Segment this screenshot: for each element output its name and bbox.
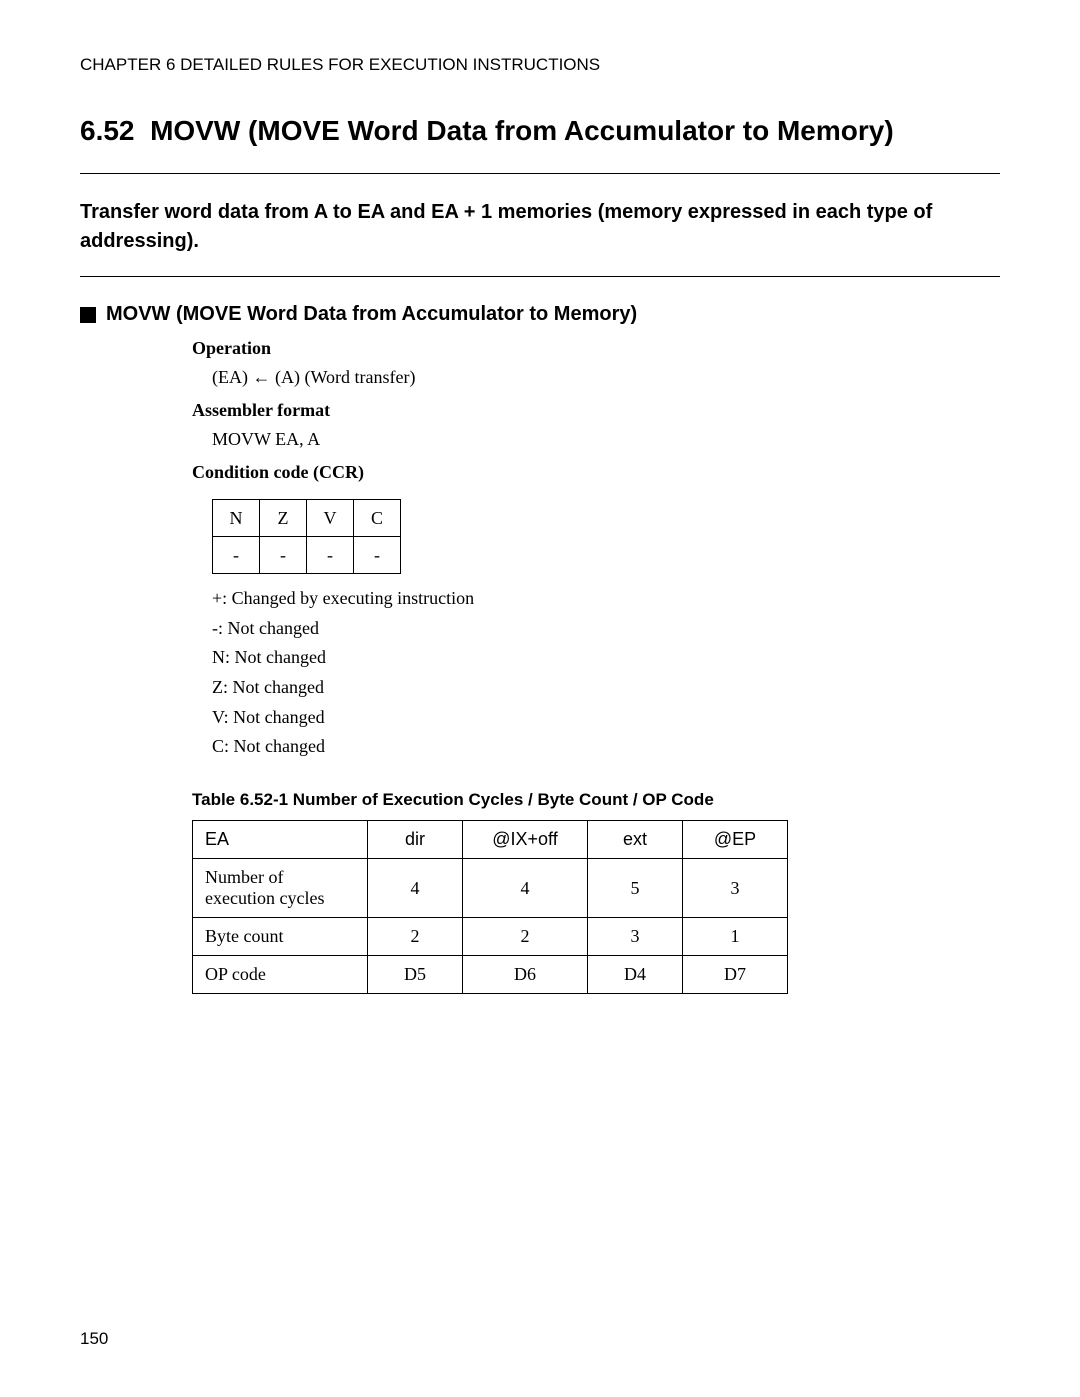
label-operation: Operation xyxy=(192,338,1000,359)
ccr-legend: +: Changed by executing instruction -: N… xyxy=(212,584,1000,762)
exec-row-label: OP code xyxy=(193,956,368,994)
exec-row-cycles: Number of execution cycles 4 4 5 3 xyxy=(193,859,788,918)
section-number: 6.52 xyxy=(80,115,135,146)
ccr-header-row: N Z V C xyxy=(213,500,401,537)
exec-col-ea: EA xyxy=(193,821,368,859)
label-assembler-format: Assembler format xyxy=(192,400,1000,421)
assembler-text: MOVW EA, A xyxy=(212,429,1000,450)
section-heading: 6.52 MOVW (MOVE Word Data from Accumulat… xyxy=(80,115,1000,147)
summary-text: Transfer word data from A to EA and EA +… xyxy=(80,198,1000,256)
exec-cell: D5 xyxy=(368,956,463,994)
legend-line: V: Not changed xyxy=(212,703,1000,733)
exec-col-ixoff: @IX+off xyxy=(463,821,588,859)
ccr-table: N Z V C - - - - xyxy=(212,499,401,574)
exec-cell: D4 xyxy=(588,956,683,994)
subhead: MOVW (MOVE Word Data from Accumulator to… xyxy=(80,303,1000,326)
exec-cell: D6 xyxy=(463,956,588,994)
ccr-value-row: - - - - xyxy=(213,537,401,574)
ccr-h-n: N xyxy=(213,500,260,537)
exec-cell: 4 xyxy=(368,859,463,918)
exec-col-ep: @EP xyxy=(683,821,788,859)
exec-row-label: Byte count xyxy=(193,918,368,956)
exec-col-dir: dir xyxy=(368,821,463,859)
exec-row-bytecount: Byte count 2 2 3 1 xyxy=(193,918,788,956)
exec-cell: D7 xyxy=(683,956,788,994)
page-number: 150 xyxy=(80,1329,108,1349)
bullet-square-icon xyxy=(80,307,96,323)
exec-row-opcode: OP code D5 D6 D4 D7 xyxy=(193,956,788,994)
exec-cell: 3 xyxy=(683,859,788,918)
exec-col-ext: ext xyxy=(588,821,683,859)
ccr-v-n: - xyxy=(213,537,260,574)
exec-table: EA dir @IX+off ext @EP Number of executi… xyxy=(192,820,788,994)
rule-top xyxy=(80,173,1000,174)
section-title: MOVW (MOVE Word Data from Accumulator to… xyxy=(150,115,894,146)
ccr-v-v: - xyxy=(307,537,354,574)
running-header: CHAPTER 6 DETAILED RULES FOR EXECUTION I… xyxy=(80,55,1000,75)
exec-cell: 3 xyxy=(588,918,683,956)
legend-line: Z: Not changed xyxy=(212,673,1000,703)
table-caption: Table 6.52-1 Number of Execution Cycles … xyxy=(192,790,1000,810)
exec-cell: 1 xyxy=(683,918,788,956)
legend-line: +: Changed by executing instruction xyxy=(212,584,1000,614)
exec-header-row: EA dir @IX+off ext @EP xyxy=(193,821,788,859)
legend-line: N: Not changed xyxy=(212,643,1000,673)
exec-cell: 2 xyxy=(463,918,588,956)
exec-row-label: Number of execution cycles xyxy=(193,859,368,918)
legend-line: -: Not changed xyxy=(212,614,1000,644)
ccr-v-z: - xyxy=(260,537,307,574)
subhead-text: MOVW (MOVE Word Data from Accumulator to… xyxy=(106,303,637,326)
label-condition-code: Condition code (CCR) xyxy=(192,462,1000,483)
exec-cell: 2 xyxy=(368,918,463,956)
rule-bottom xyxy=(80,276,1000,277)
legend-line: C: Not changed xyxy=(212,732,1000,762)
ccr-h-c: C xyxy=(354,500,401,537)
exec-cell: 5 xyxy=(588,859,683,918)
content-block: Operation (EA) ← (A) (Word transfer) Ass… xyxy=(192,338,1000,994)
ccr-v-c: - xyxy=(354,537,401,574)
ccr-h-z: Z xyxy=(260,500,307,537)
exec-cell: 4 xyxy=(463,859,588,918)
ccr-h-v: V xyxy=(307,500,354,537)
page: CHAPTER 6 DETAILED RULES FOR EXECUTION I… xyxy=(0,0,1080,1397)
operation-text: (EA) ← (A) (Word transfer) xyxy=(212,367,1000,388)
